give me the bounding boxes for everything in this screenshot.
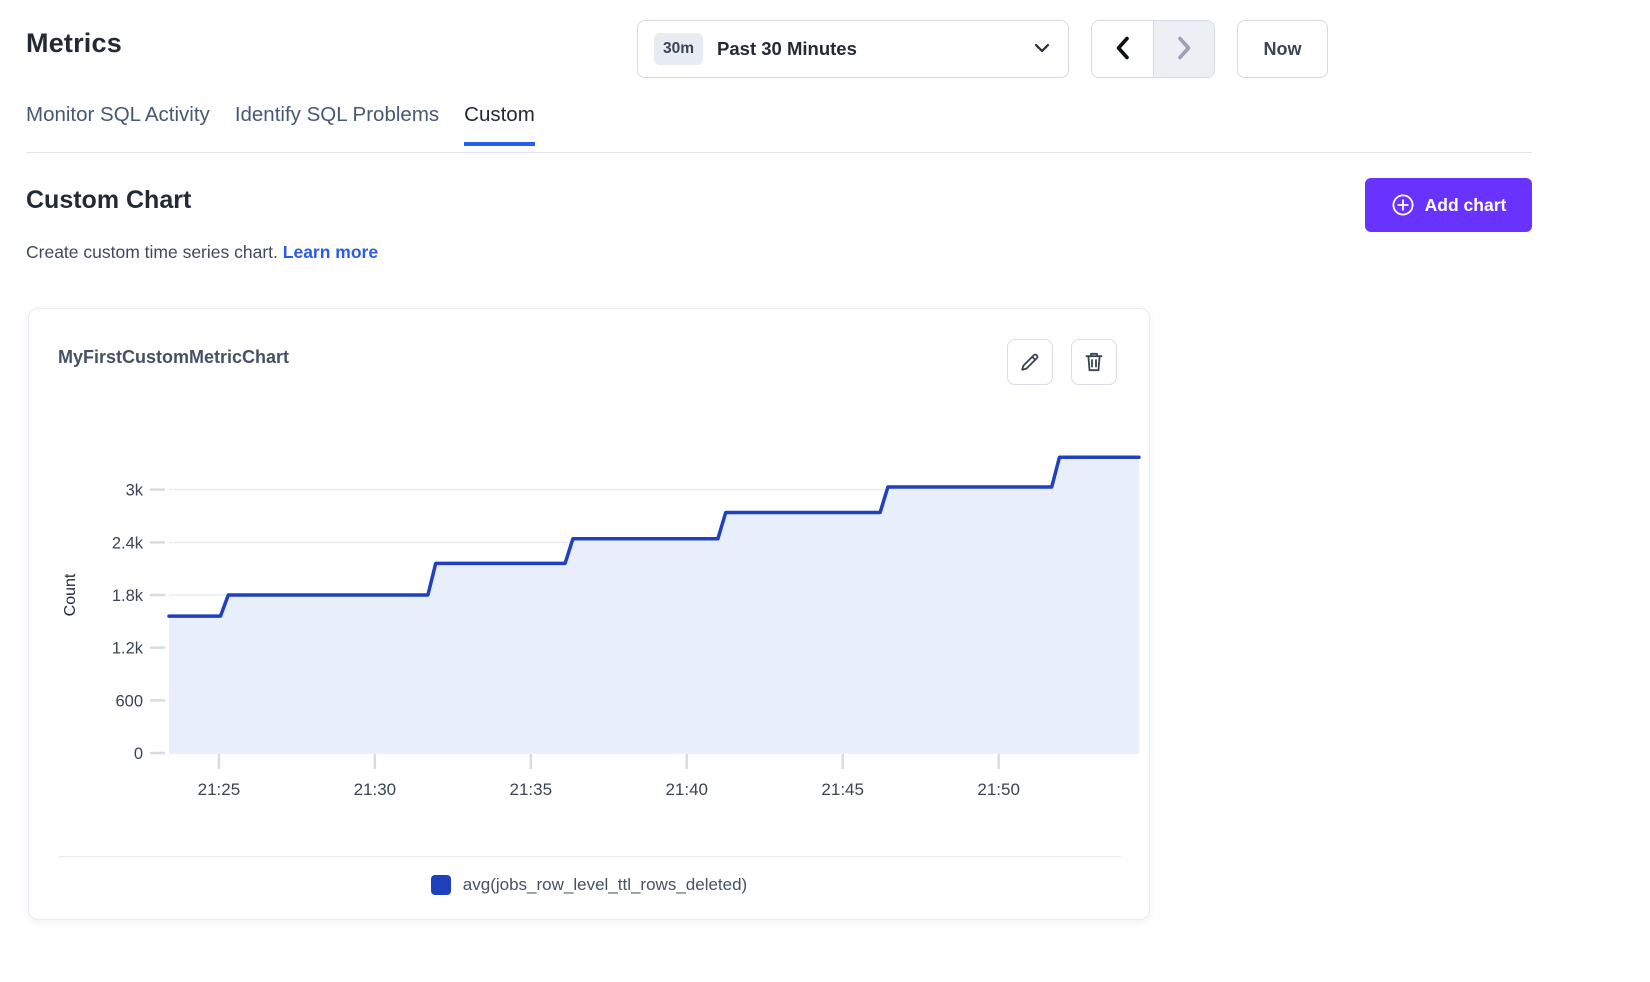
chevron-left-icon	[1115, 36, 1130, 63]
legend-swatch	[431, 875, 451, 895]
svg-text:21:50: 21:50	[977, 780, 1020, 799]
svg-text:0: 0	[134, 745, 143, 763]
legend-label: avg(jobs_row_level_ttl_rows_deleted)	[463, 875, 747, 895]
now-button[interactable]: Now	[1237, 20, 1328, 78]
time-range-label: Past 30 Minutes	[717, 38, 1020, 60]
edit-chart-button[interactable]	[1007, 339, 1053, 385]
time-back-button[interactable]	[1092, 21, 1153, 77]
chart-legend: avg(jobs_row_level_ttl_rows_deleted)	[29, 875, 1149, 895]
section-description-text: Create custom time series chart.	[26, 242, 278, 262]
chart-card-actions	[1007, 339, 1117, 385]
tab-bar-divider	[26, 152, 1532, 153]
page-title: Metrics	[26, 28, 122, 59]
svg-text:1.8k: 1.8k	[112, 587, 144, 605]
chart-title: MyFirstCustomMetricChart	[58, 347, 289, 368]
time-forward-button[interactable]	[1153, 21, 1214, 77]
svg-text:Count: Count	[62, 573, 79, 616]
tab-monitor-sql-activity[interactable]: Monitor SQL Activity	[26, 103, 210, 146]
section-description: Create custom time series chart. Learn m…	[26, 242, 378, 263]
time-controls: 30m Past 30 Minutes Now	[637, 20, 1328, 78]
add-chart-button[interactable]: Add chart	[1365, 178, 1532, 232]
svg-text:21:35: 21:35	[510, 780, 553, 799]
tab-custom[interactable]: Custom	[464, 103, 535, 146]
svg-text:2.4k: 2.4k	[112, 534, 144, 552]
time-pager	[1091, 20, 1215, 78]
tab-bar: Monitor SQL Activity Identify SQL Proble…	[26, 103, 535, 146]
svg-text:3k: 3k	[126, 482, 144, 500]
chevron-down-icon	[1034, 40, 1050, 58]
svg-text:21:45: 21:45	[821, 780, 864, 799]
time-range-badge: 30m	[654, 33, 703, 65]
svg-text:1.2k: 1.2k	[112, 640, 144, 658]
trash-icon	[1084, 351, 1104, 373]
tab-identify-sql-problems[interactable]: Identify SQL Problems	[235, 103, 439, 146]
add-chart-label: Add chart	[1425, 195, 1507, 216]
chevron-right-icon	[1177, 36, 1192, 63]
learn-more-link[interactable]: Learn more	[283, 242, 378, 262]
svg-text:600: 600	[115, 692, 143, 710]
svg-text:21:25: 21:25	[198, 780, 241, 799]
svg-text:21:40: 21:40	[665, 780, 708, 799]
time-series-chart[interactable]: 0 600 1.2k 1.8k 2.4k 3k 21:25 21:30 21:35 21:40 21…	[29, 309, 1151, 921]
delete-chart-button[interactable]	[1071, 339, 1117, 385]
chart-card: MyFirstCustomMetricChart 0 600 1.2k 1.8k 2.4…	[28, 308, 1150, 920]
pencil-icon	[1019, 351, 1041, 373]
plus-circle-icon	[1391, 193, 1415, 217]
svg-text:21:30: 21:30	[354, 780, 397, 799]
time-range-dropdown[interactable]: 30m Past 30 Minutes	[637, 20, 1069, 78]
section-title: Custom Chart	[26, 186, 191, 215]
